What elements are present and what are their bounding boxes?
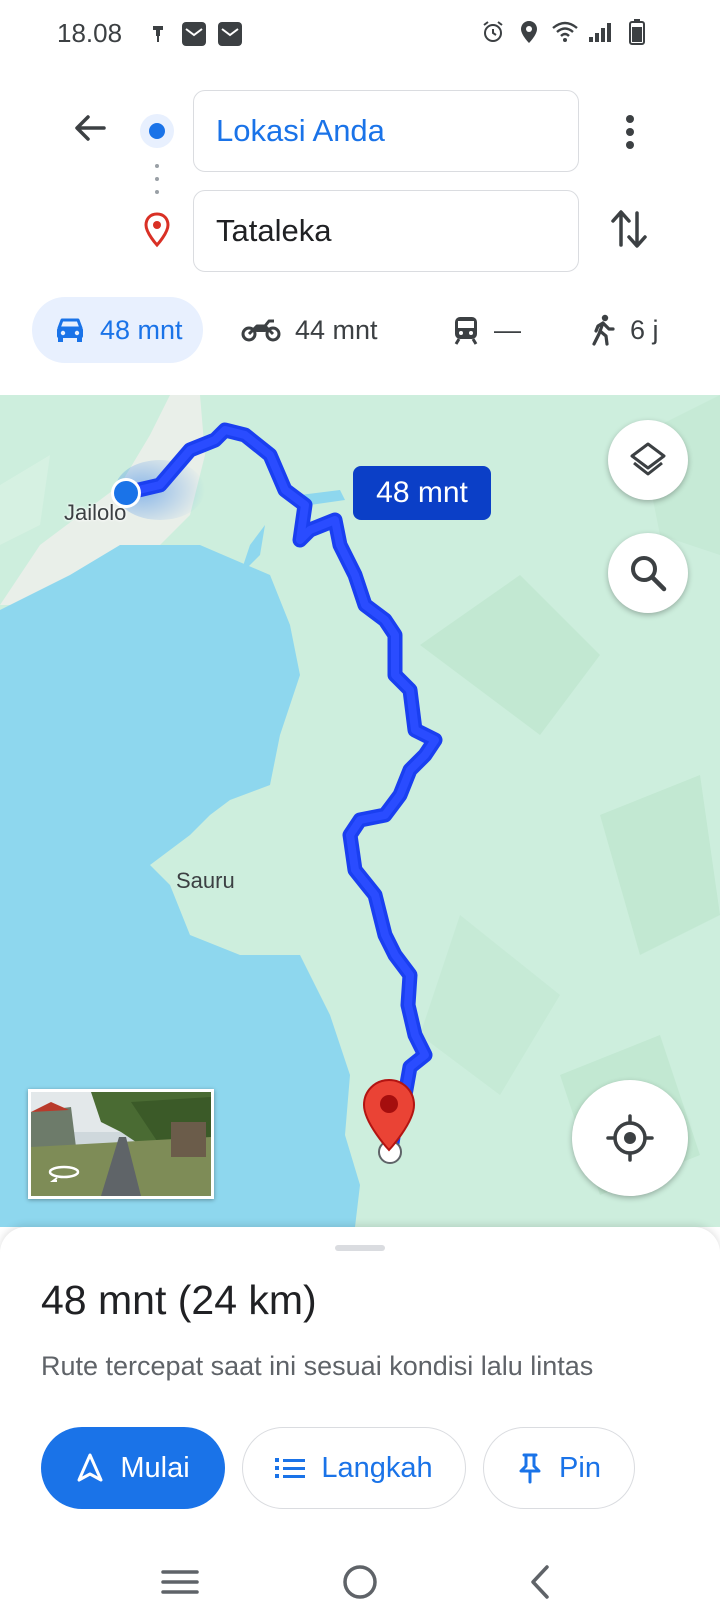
steps-button[interactable]: Langkah: [242, 1427, 466, 1509]
tab-motorcycle[interactable]: 44 mnt: [241, 297, 378, 363]
map-label-jailolo: Jailolo: [64, 500, 127, 525]
system-navigation-bar: [0, 1557, 720, 1612]
destination-pin-icon: [141, 212, 173, 248]
route-time-badge[interactable]: 48 mnt: [353, 466, 491, 520]
destination-input[interactable]: Tataleka: [193, 190, 579, 272]
map-view[interactable]: Jailolo Sauru 48 mnt: [0, 395, 720, 1227]
pushpin-icon: [519, 1453, 541, 1484]
start-navigation-label: Mulai: [120, 1451, 190, 1484]
chevron-left-icon: [531, 1565, 549, 1599]
train-icon: [454, 317, 478, 345]
layers-icon: [630, 442, 666, 476]
more-options-button[interactable]: [610, 108, 650, 156]
recent-apps-button[interactable]: [150, 1557, 210, 1607]
map-label-sauru: Sauru: [176, 868, 235, 893]
drag-handle[interactable]: [335, 1245, 385, 1251]
home-button[interactable]: [330, 1557, 390, 1607]
home-circle-icon: [343, 1565, 377, 1599]
destination-map-pin-icon[interactable]: [361, 1078, 417, 1152]
layers-button[interactable]: [608, 420, 688, 500]
tab-drive[interactable]: 48 mnt: [32, 297, 203, 363]
walk-icon: [592, 314, 615, 346]
route-description: Rute tercepat saat ini sesuai kondisi la…: [41, 1351, 594, 1381]
rotate-360-icon: [48, 1165, 80, 1182]
car-icon: [57, 318, 83, 342]
steps-label: Langkah: [321, 1451, 433, 1484]
search-icon: [631, 556, 667, 592]
start-navigation-button[interactable]: Mulai: [41, 1427, 225, 1509]
tab-motorcycle-label: 44 mnt: [295, 314, 378, 345]
system-back-button[interactable]: [510, 1557, 570, 1607]
tab-walk-label: 6 j: [630, 314, 659, 345]
route-summary: 48 mnt (24 km): [41, 1277, 317, 1324]
route-duration: 48 mnt: [41, 1277, 167, 1323]
route-summary-sheet: 48 mnt (24 km) Rute tercepat saat ini se…: [0, 1227, 720, 1557]
recent-apps-icon: [161, 1570, 199, 1594]
tab-transit[interactable]: —: [452, 297, 521, 363]
route-distance: (24 km): [177, 1277, 317, 1323]
origin-marker-icon: [140, 114, 174, 148]
pin-button[interactable]: Pin: [483, 1427, 635, 1509]
list-icon: [275, 1458, 306, 1478]
swap-vert-icon: [611, 210, 647, 248]
my-location-button[interactable]: [572, 1080, 688, 1196]
travel-mode-tabs: 48 mnt 44 mnt — 6 j: [0, 297, 720, 363]
more-vert-icon: [626, 115, 634, 149]
origin-input[interactable]: Lokasi Anda: [193, 90, 579, 172]
arrow-back-icon: [75, 115, 106, 141]
pin-label: Pin: [559, 1451, 601, 1484]
my-location-icon: [606, 1114, 654, 1162]
directions-header: Lokasi Anda Tataleka: [0, 0, 720, 272]
tab-walk[interactable]: 6 j: [590, 297, 659, 363]
street-view-thumbnail[interactable]: [28, 1089, 214, 1199]
route-connector: [155, 164, 159, 194]
swap-locations-button[interactable]: [604, 204, 654, 254]
motorcycle-icon: [241, 319, 281, 342]
back-button[interactable]: [62, 100, 118, 156]
tab-drive-label: 48 mnt: [100, 314, 183, 345]
search-along-route-button[interactable]: [608, 533, 688, 613]
navigation-arrow-icon: [77, 1453, 103, 1482]
tab-transit-label: —: [494, 314, 521, 345]
